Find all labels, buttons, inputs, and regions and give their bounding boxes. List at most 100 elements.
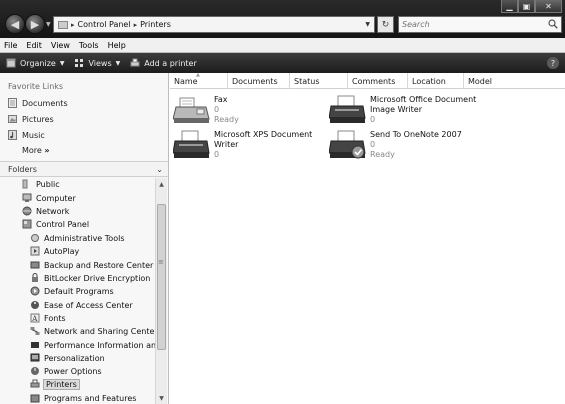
printer-icon (329, 95, 366, 123)
tree-item-network[interactable]: Network (22, 206, 69, 216)
fonts-icon: A (30, 313, 40, 323)
minimize-button[interactable]: ▁ (501, 0, 518, 13)
menu-file[interactable]: File (4, 41, 17, 50)
tree-item-fonts[interactable]: A Fonts (30, 313, 66, 323)
printer-icon (130, 58, 140, 67)
admin-tools-icon (31, 234, 39, 242)
help-button[interactable]: ? (547, 57, 559, 69)
favorite-documents[interactable]: Documents (8, 98, 68, 108)
refresh-button[interactable]: ↻ (377, 16, 394, 33)
printer-item[interactable]: Microsoft Office Document Image Writer 0 (329, 95, 480, 125)
printer-name: Microsoft XPS Document Writer (214, 130, 313, 149)
printer-icon (30, 379, 40, 388)
tree-item-performance[interactable]: Performance Information and (30, 340, 161, 350)
pictures-icon (8, 115, 17, 123)
content-pane: Name Documents Status Comments Location … (170, 72, 565, 404)
breadcrumb-control-panel[interactable]: Control Panel (78, 20, 131, 29)
printer-item[interactable]: Microsoft XPS Document Writer 0 (173, 130, 314, 160)
add-printer-button[interactable]: Add a printer (130, 58, 197, 68)
column-documents[interactable]: Documents (228, 73, 290, 89)
tree-item-default-programs[interactable]: Default Programs (30, 286, 114, 296)
tree-item-programs-features[interactable]: Programs and Features (30, 393, 136, 403)
bitlocker-icon (32, 273, 38, 282)
printer-doc-count: 0 (370, 115, 376, 124)
printer-status: Ready (214, 115, 239, 124)
search-box[interactable] (398, 16, 562, 33)
organize-icon (6, 58, 16, 68)
chevron-down-icon[interactable]: ▼ (365, 21, 370, 28)
organize-button[interactable]: Organize ▼ (6, 58, 64, 68)
tree-item-personalization[interactable]: Personalization (30, 353, 105, 363)
svg-text:A: A (31, 315, 38, 323)
menu-tools[interactable]: Tools (79, 41, 99, 50)
tree-item-backup-restore[interactable]: Backup and Restore Center (30, 260, 153, 270)
scrollbar-thumb[interactable] (157, 204, 166, 350)
scroll-up-icon[interactable]: ▲ (156, 178, 167, 190)
tree-item-public[interactable]: Public (22, 179, 60, 189)
views-button[interactable]: Views ▼ (74, 58, 120, 68)
search-icon[interactable] (548, 19, 558, 29)
tree-item-network-sharing[interactable]: Network and Sharing Center (30, 326, 158, 336)
personalization-icon (30, 353, 40, 362)
back-arrow-icon: ◀ (10, 17, 20, 31)
back-button[interactable]: ◀ (5, 14, 25, 34)
views-label: Views (88, 58, 112, 68)
recent-pages-dropdown[interactable]: ▼ (46, 21, 51, 28)
default-programs-icon (30, 286, 40, 296)
tree-item-autoplay[interactable]: AutoPlay (30, 246, 79, 256)
column-model[interactable]: Model (464, 73, 565, 89)
maximize-button[interactable]: ▣ (518, 0, 535, 13)
menu-help[interactable]: Help (108, 41, 126, 50)
network-sharing-icon (30, 327, 40, 335)
favorite-pictures[interactable]: Pictures (8, 114, 54, 124)
printer-item[interactable]: Fax 0 Ready (173, 95, 239, 125)
tree-item-printers[interactable]: Printers (30, 378, 80, 390)
grip-icon: ≡ (158, 258, 164, 266)
tree-item-administrative-tools[interactable]: Administrative Tools (30, 233, 124, 243)
command-toolbar: Organize ▼ Views ▼ Add a printer ? (0, 53, 565, 73)
tree-item-bitlocker[interactable]: BitLocker Drive Encryption (30, 273, 150, 283)
printer-name: Send To OneNote 2007 (370, 130, 462, 139)
column-status[interactable]: Status (290, 73, 348, 89)
tree-item-control-panel[interactable]: Control Panel (22, 219, 89, 229)
forward-button[interactable]: ▶ (25, 14, 45, 34)
column-location[interactable]: Location (408, 73, 464, 89)
tree-item-power-options[interactable]: Power Options (30, 366, 102, 376)
close-button[interactable]: ✕ (535, 0, 562, 13)
double-chevron-icon: » (44, 146, 50, 155)
refresh-icon: ↻ (381, 19, 390, 30)
printer-status: Ready (370, 150, 395, 159)
column-header: Name Documents Status Comments Location … (170, 72, 565, 89)
chevron-down-icon: ▼ (115, 59, 121, 67)
tree-item-computer[interactable]: Computer (22, 193, 76, 203)
printer-doc-count: 0 (214, 105, 220, 114)
network-icon (22, 206, 32, 216)
breadcrumb-printers[interactable]: Printers (140, 20, 171, 29)
printer-item[interactable]: Send To OneNote 2007 0 Ready (329, 130, 462, 160)
printer-icon (329, 130, 366, 159)
tree-item-ease-of-access[interactable]: Ease of Access Center (30, 300, 133, 310)
backup-icon (30, 261, 40, 269)
menu-edit[interactable]: Edit (26, 41, 42, 50)
menu-view[interactable]: View (51, 41, 70, 50)
folders-scrollbar[interactable]: ▲ ≡ ▼ (155, 178, 167, 404)
control-panel-icon (22, 219, 32, 229)
navigation-pane: Favorite Links Documents Pictures Music … (0, 73, 169, 404)
performance-icon (31, 342, 39, 348)
help-icon: ? (550, 58, 556, 68)
folders-header[interactable]: Folders ⌄ (0, 161, 168, 177)
window-controls: ▁ ▣ ✕ (501, 0, 562, 13)
power-options-icon (31, 367, 39, 375)
more-links[interactable]: More » (22, 146, 50, 155)
printer-doc-count: 0 (370, 140, 376, 149)
column-comments[interactable]: Comments (348, 73, 408, 89)
address-bar[interactable]: ▸ Control Panel ▸ Printers ▼ (53, 16, 375, 33)
forward-arrow-icon: ▶ (30, 17, 40, 31)
scroll-down-icon[interactable]: ▼ (156, 392, 167, 404)
column-name[interactable]: Name (170, 72, 228, 89)
title-bar: ▁ ▣ ✕ ◀ ▶ ▼ ▸ Control Panel ▸ Printers ▼… (0, 0, 565, 38)
chevron-down-icon: ▼ (59, 59, 65, 67)
organize-label: Organize (20, 58, 56, 68)
search-input[interactable] (399, 17, 539, 32)
favorite-music[interactable]: Music (8, 130, 45, 140)
